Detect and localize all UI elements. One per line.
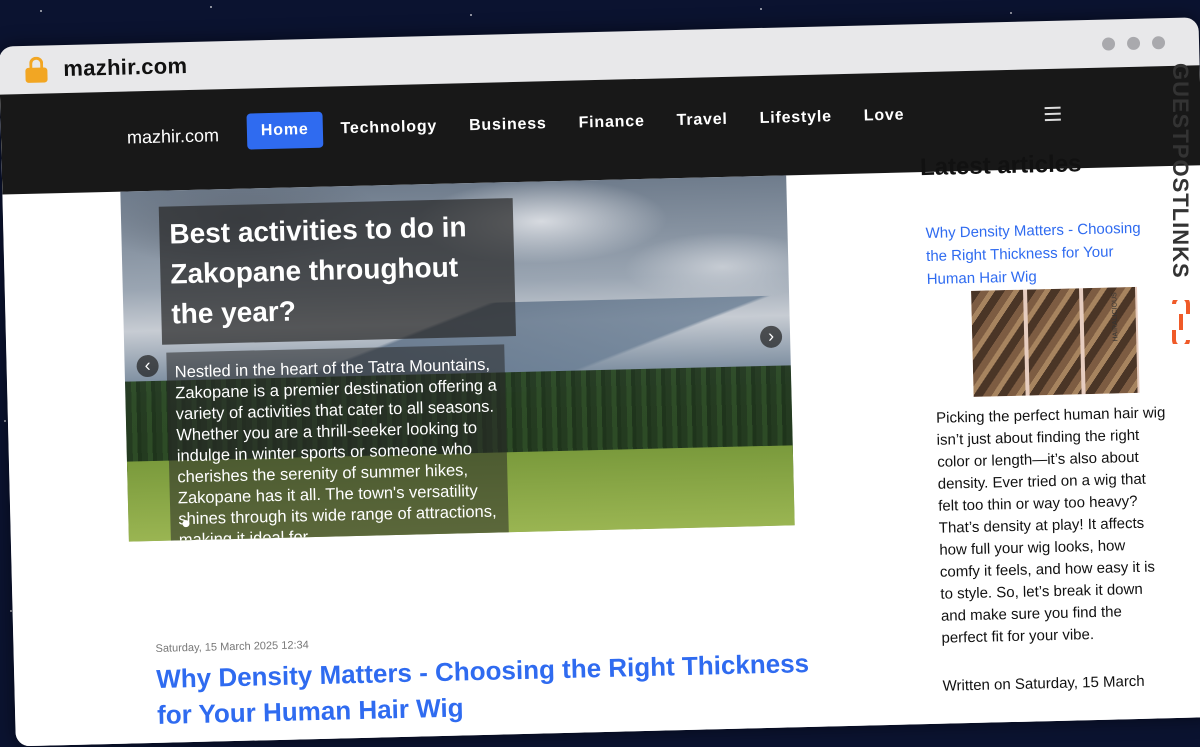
article-thumbnail[interactable]: HAIRALICIOUS — [971, 286, 1140, 397]
sidebar-article-excerpt: Picking the perfect human hair wig isn’t… — [935, 404, 1166, 647]
window-dot-icon[interactable] — [1151, 36, 1166, 50]
window-dot-icon[interactable] — [1126, 36, 1141, 51]
window-dot-icon[interactable] — [1101, 37, 1116, 51]
hero-title[interactable]: Best activities to do in Zakopane throug… — [158, 198, 517, 345]
sidebar-heading: Latest articles — [919, 150, 1082, 182]
guestpostlinks-badge: GUESTPOSTLINKS — [1160, 60, 1200, 360]
thumbnail-caption: HAIRALICIOUS — [1110, 292, 1120, 342]
hero-excerpt: Nestled in the heart of the Tatra Mounta… — [166, 344, 510, 542]
site-brand[interactable]: mazhir.com — [127, 125, 220, 148]
link-chain-icon — [1172, 300, 1190, 344]
post-date: Saturday, 15 March 2025 12:34 — [155, 639, 309, 655]
sidebar-article-meta: Written on Saturday, 15 March — [942, 672, 1145, 695]
nav-item-finance[interactable]: Finance — [564, 104, 659, 142]
hero-carousel[interactable]: Best activities to do in Zakopane throug… — [120, 175, 795, 542]
nav-item-love[interactable]: Love — [849, 97, 918, 135]
menu-icon[interactable] — [1044, 106, 1061, 125]
nav-item-lifestyle[interactable]: Lifestyle — [745, 99, 846, 137]
nav-item-home[interactable]: Home — [246, 111, 323, 150]
url-text: mazhir.com — [63, 53, 188, 82]
lock-icon — [25, 56, 48, 83]
post-title-link[interactable]: Why Density Matters - Choosing the Right… — [156, 644, 838, 733]
web-page: mazhir.com Home Technology Business Fina… — [0, 65, 1200, 747]
main-nav: Home Technology Business Finance Travel … — [246, 97, 922, 150]
nav-item-technology[interactable]: Technology — [326, 109, 451, 148]
nav-item-business[interactable]: Business — [455, 106, 561, 145]
window-controls — [1101, 36, 1166, 51]
nav-item-travel[interactable]: Travel — [662, 101, 742, 139]
sidebar-article-link[interactable]: Why Density Matters - Choosing the Right… — [925, 217, 1147, 291]
badge-text: GUESTPOSTLINKS — [1168, 63, 1193, 279]
browser-window: mazhir.com mazhir.com Home Technology Bu… — [0, 0, 1200, 747]
